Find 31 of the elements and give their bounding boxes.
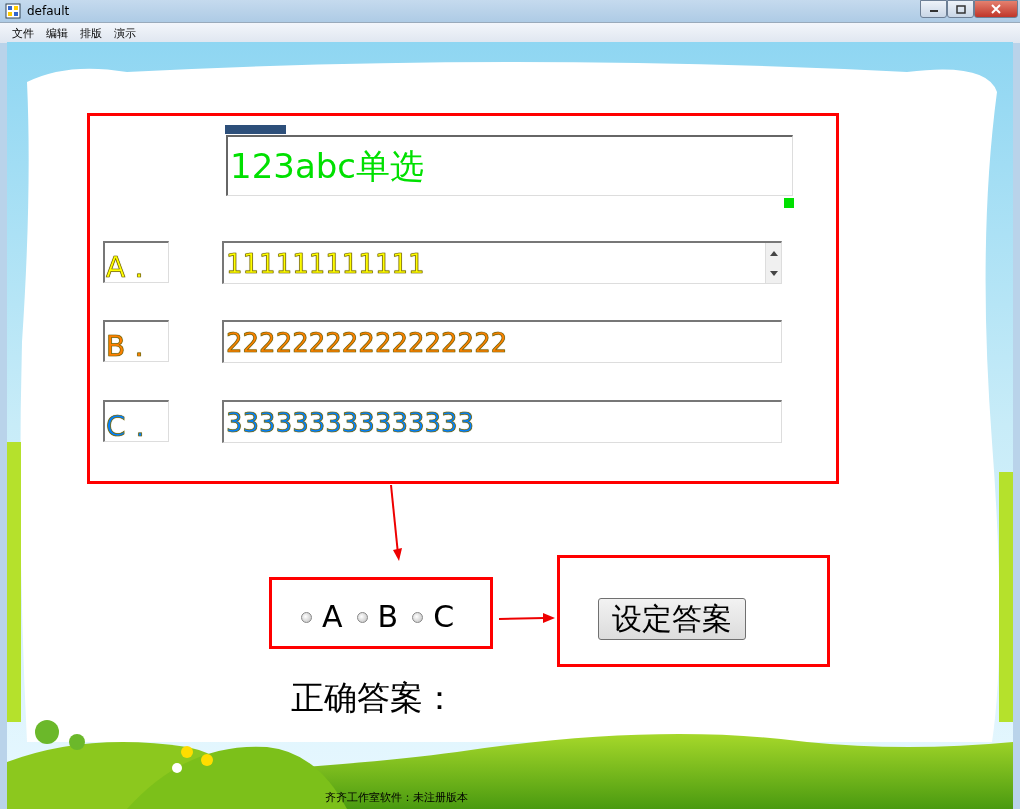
radio-circle[interactable] [356,611,368,623]
scroll-arrows[interactable] [765,243,781,283]
menu-item[interactable]: 文件 [6,25,40,41]
option-field[interactable]: 333333333333333 [222,400,782,443]
answer-radio[interactable]: B [356,599,399,635]
down-arrow-icon [769,270,778,276]
radio-circle[interactable] [301,611,312,623]
resize-handle[interactable] [784,198,794,208]
menu-item[interactable]: 编辑 [40,25,74,41]
up-arrow-icon [769,250,778,256]
answer-radio[interactable]: C [412,599,455,635]
maximize-button[interactable] [947,0,974,18]
menu-item[interactable]: 演示 [108,25,142,41]
correct-answer-label: 正确答案： [291,677,456,719]
set-answer-button[interactable]: 设定答案 [598,598,746,640]
answer-radio[interactable]: A [301,599,343,635]
radio-circle[interactable] [412,611,424,623]
app-icon [5,3,21,19]
maximize-icon [955,4,966,14]
close-button[interactable] [974,0,1018,18]
close-icon [990,4,1002,14]
menu-item[interactable]: 排版 [74,25,108,41]
option-label: C． [103,400,169,442]
flowers-drawing [172,746,213,773]
trees-drawing [35,720,85,750]
window-title: default [27,4,70,18]
option-label: A． [103,241,169,283]
minimize-button[interactable] [920,0,947,18]
option-label: B． [103,320,169,362]
annotation-arrow [499,612,555,624]
status-text: 齐齐工作室软件：未注册版本 [325,790,468,805]
